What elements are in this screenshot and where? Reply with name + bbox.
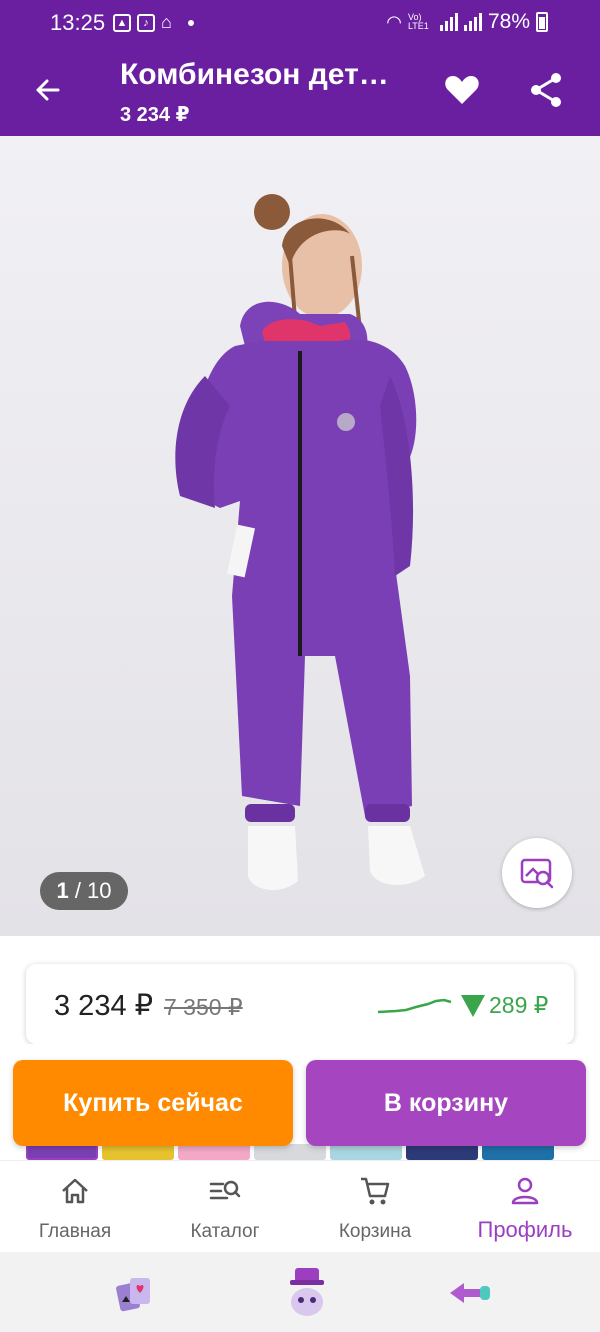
share-icon[interactable] — [526, 70, 566, 110]
profile-icon — [511, 1177, 539, 1205]
image-search-icon — [520, 858, 554, 889]
cart-icon — [361, 1177, 390, 1205]
tab-catalog[interactable]: Каталог — [150, 1161, 300, 1253]
battery-level: 78% — [487, 10, 530, 33]
thumbnail[interactable] — [178, 1144, 250, 1160]
signal-2-icon — [463, 13, 482, 31]
tab-label: Корзина — [338, 1221, 412, 1242]
signal-icon — [439, 13, 458, 31]
add-to-cart-button[interactable]: В корзину — [306, 1060, 586, 1146]
tab-label: Главная — [38, 1221, 112, 1242]
status-bar: 13:25 ▲ ♪ ⌂ ◠ Vo) LTE1 78% — [0, 0, 600, 44]
thumbnail[interactable] — [482, 1144, 554, 1160]
system-icons: ◠ Vo) LTE1 78% — [386, 10, 548, 34]
buy-now-button[interactable]: Купить сейчас — [13, 1060, 293, 1146]
thumbnail[interactable] — [102, 1144, 174, 1160]
product-title: Комбинезон дет… — [120, 58, 389, 91]
price-drop-value: 289 ₽ — [489, 992, 549, 1018]
system-bottom-area — [0, 1252, 600, 1332]
gallery-counter: 1 / 10 — [40, 872, 128, 910]
current-price: 3 234 ₽ — [54, 990, 154, 1022]
tab-home[interactable]: Главная — [0, 1161, 150, 1253]
network-label: Vo) LTE1 — [407, 12, 429, 31]
price-history-sparkline — [377, 998, 452, 1014]
bottom-navigation: Главная Каталог Корзина Профиль — [0, 1160, 600, 1252]
wifi-icon: ◠ — [386, 11, 402, 32]
image-search-button[interactable] — [502, 838, 572, 908]
battery-icon — [536, 12, 548, 32]
tab-cart[interactable]: Корзина — [300, 1161, 450, 1253]
more-notifications-dot — [187, 19, 194, 26]
cat-mascot-icon[interactable] — [282, 1266, 332, 1320]
similar-thumbnails[interactable] — [26, 1144, 600, 1160]
gallery-total: / 10 — [68, 878, 112, 903]
gallery-current: 1 — [56, 878, 69, 903]
tab-label: Каталог — [190, 1221, 260, 1242]
favorite-heart-icon[interactable] — [442, 70, 482, 110]
price-card[interactable]: 3 234 ₽ 7 350 ₽ 289 ₽ — [26, 964, 574, 1044]
back-arrow-icon[interactable] — [28, 70, 68, 110]
back-arrow-widget-icon[interactable] — [446, 1278, 494, 1308]
thumbnail[interactable] — [330, 1144, 402, 1160]
product-photo[interactable] — [0, 136, 600, 936]
down-triangle-icon — [461, 994, 485, 1017]
thumbnail[interactable] — [254, 1144, 326, 1160]
header-price: 3 234 ₽ — [120, 104, 190, 126]
bag-notification-icon: ⌂ — [161, 12, 172, 32]
cards-game-icon[interactable] — [114, 1274, 156, 1316]
thumbnail[interactable] — [26, 1144, 98, 1160]
home-icon — [62, 1178, 88, 1204]
product-image-illustration — [0, 136, 600, 936]
thumbnail[interactable] — [406, 1144, 478, 1160]
gallery-notification-icon: ▲ — [113, 13, 131, 32]
status-time: 13:25 — [50, 10, 106, 35]
old-price: 7 350 ₽ — [164, 994, 243, 1020]
tab-label: Профиль — [477, 1217, 573, 1242]
tab-profile[interactable]: Профиль — [450, 1161, 600, 1253]
catalog-search-icon — [209, 1180, 241, 1200]
notification-icons: ▲ ♪ ⌂ — [113, 12, 194, 33]
app-bar: Комбинезон дет… 3 234 ₽ — [0, 44, 600, 136]
music-notification-icon: ♪ — [137, 13, 155, 32]
price-drop: 289 ₽ — [461, 992, 548, 1019]
